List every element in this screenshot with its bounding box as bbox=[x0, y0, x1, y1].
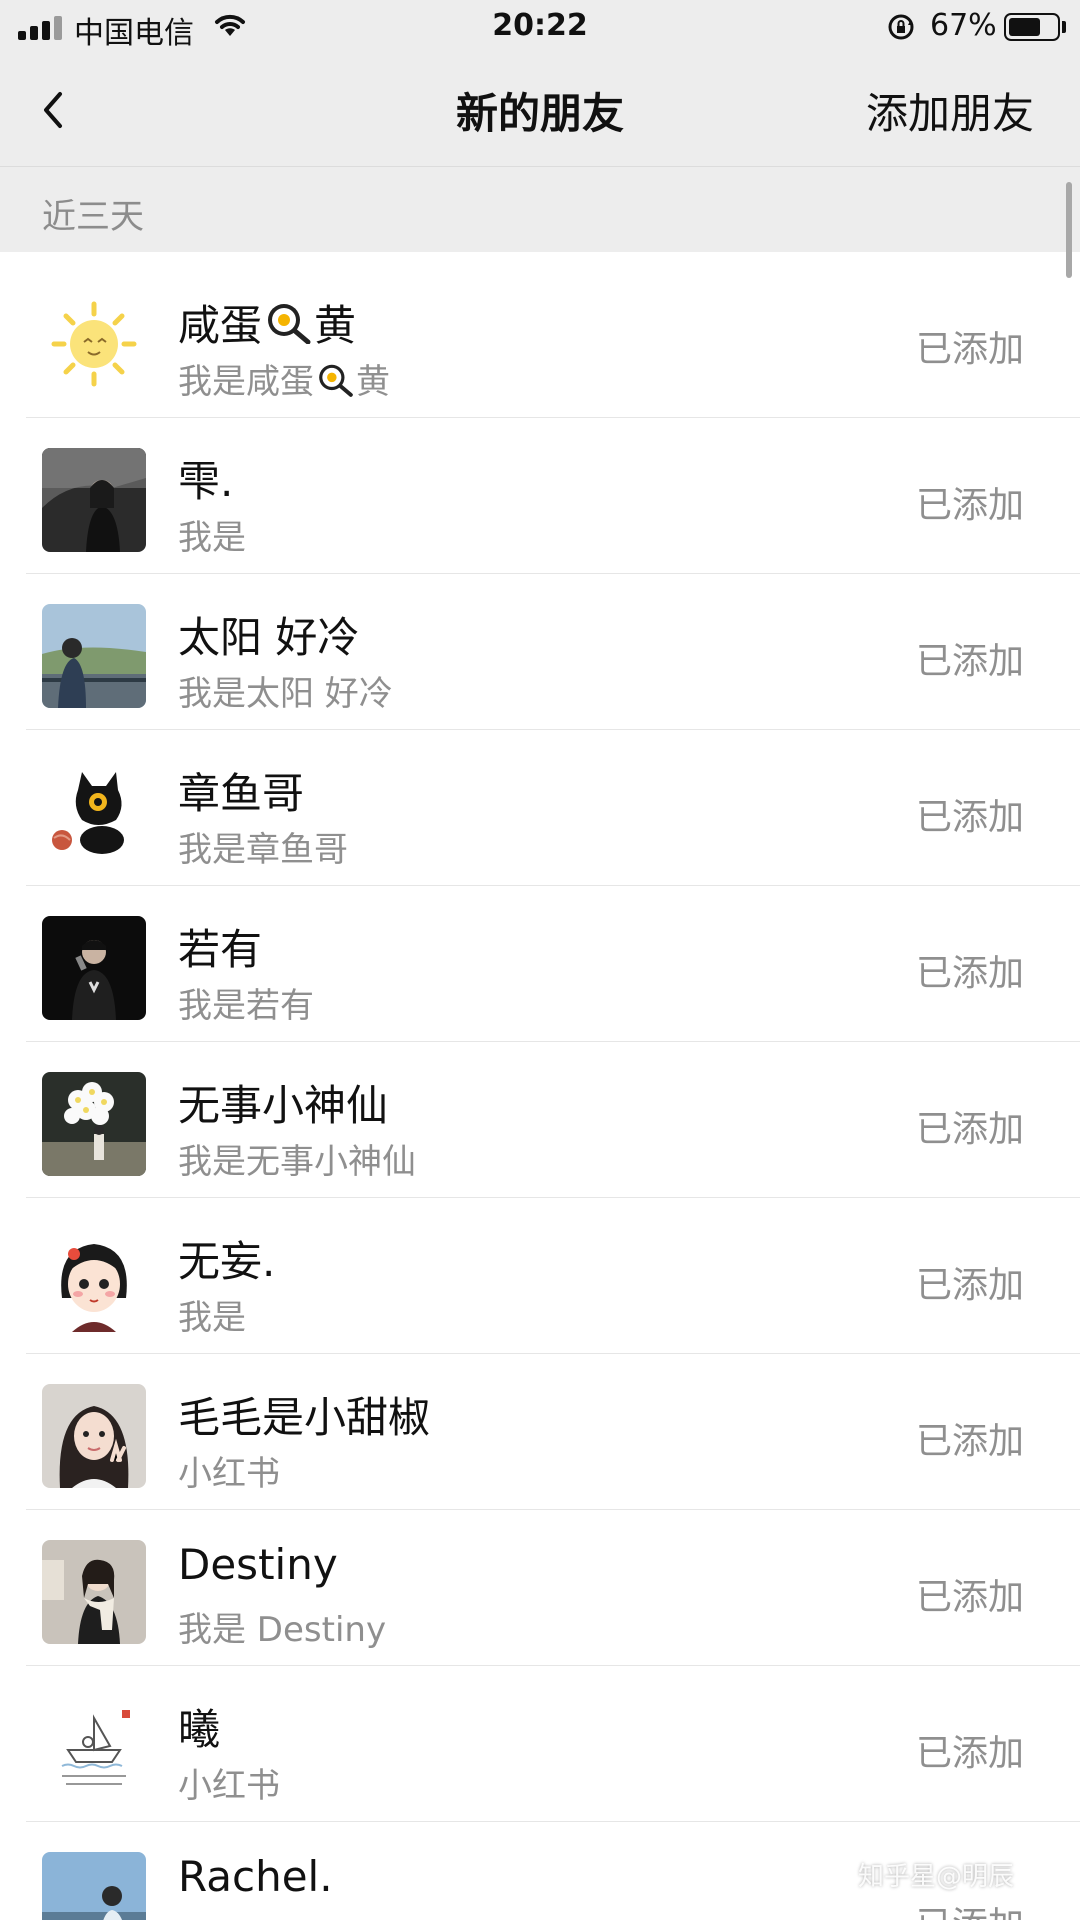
add-friend-button[interactable]: 添加朋友 bbox=[866, 80, 1034, 141]
man-with-microphone-photo-avatar[interactable] bbox=[42, 916, 146, 1020]
added-status: 已添加 bbox=[915, 1265, 1024, 1306]
friend-name: 无事小神仙 bbox=[178, 1081, 389, 1130]
section-header: 近三天 bbox=[0, 166, 1080, 252]
friend-name-text: 咸蛋 bbox=[178, 301, 263, 350]
friend-name-text: 黄 bbox=[314, 301, 357, 350]
battery-icon bbox=[1004, 13, 1060, 41]
friend-request-row[interactable]: 雫. 我是 已添加 bbox=[0, 418, 1080, 574]
sky-photo-avatar[interactable] bbox=[42, 1852, 146, 1920]
new-friends-screen: 中国电信 20:22 67% 新的朋友 添加朋友 近三天 咸蛋 黄 我是咸蛋 黄… bbox=[0, 0, 1080, 1920]
friend-request-row[interactable]: 章鱼哥 我是章鱼哥 已添加 bbox=[0, 730, 1080, 886]
friend-request-row[interactable]: Destiny 我是 Destiny 已添加 bbox=[0, 1510, 1080, 1666]
clock-time: 20:22 bbox=[492, 8, 588, 43]
orientation-lock-icon bbox=[886, 12, 916, 46]
friend-name: 无妄. bbox=[178, 1237, 276, 1286]
battery-tip bbox=[1062, 21, 1066, 33]
friend-name: 太阳 好冷 bbox=[178, 613, 360, 662]
added-status: 已添加 bbox=[915, 1577, 1024, 1618]
friend-request-row[interactable]: 太阳 好冷 我是太阳 好冷 已添加 bbox=[0, 574, 1080, 730]
battery-level-fill bbox=[1009, 18, 1040, 36]
status-bar: 中国电信 20:22 67% bbox=[0, 0, 1080, 56]
friend-request-row[interactable]: 无事小神仙 我是无事小神仙 已添加 bbox=[0, 1042, 1080, 1198]
request-message-text: 我是咸蛋 bbox=[178, 362, 314, 402]
friend-name: 咸蛋 黄 bbox=[178, 292, 356, 354]
friend-request-row[interactable]: 无妄. 我是 已添加 bbox=[0, 1198, 1080, 1354]
watermark: 知乎星@明辰 bbox=[858, 1862, 1015, 1892]
added-status: 已添加 bbox=[915, 485, 1024, 526]
girl-on-balcony-photo-avatar[interactable] bbox=[42, 604, 146, 708]
friend-request-row[interactable]: 毛毛是小甜椒 小红书 已添加 bbox=[0, 1354, 1080, 1510]
girl-with-scarf-photo-avatar[interactable] bbox=[42, 1540, 146, 1644]
request-message: 我是若有 bbox=[178, 986, 314, 1026]
friend-request-list: 咸蛋黄 我是咸蛋黄 已添加 雫. 我是 已添加 太阳 好冷 我是太阳 好冷 已添… bbox=[0, 262, 1080, 1920]
request-message: 我是章鱼哥 bbox=[178, 830, 348, 870]
friend-name: 章鱼哥 bbox=[178, 769, 305, 818]
top-bar: 中国电信 20:22 67% 新的朋友 添加朋友 bbox=[0, 0, 1080, 166]
friend-name: 毛毛是小甜椒 bbox=[178, 1393, 431, 1442]
added-status: 已添加 bbox=[915, 953, 1024, 994]
added-status: 已添加 bbox=[915, 1109, 1024, 1150]
section-label: 近三天 bbox=[42, 197, 144, 237]
fried-egg-pan-icon bbox=[264, 300, 312, 354]
request-message: 我是 Destiny bbox=[178, 1610, 387, 1650]
sketch-boat-illustration-avatar[interactable] bbox=[42, 1696, 146, 1800]
balloons-girl-photo-avatar[interactable] bbox=[42, 1072, 146, 1176]
request-message-text: 黄 bbox=[356, 362, 390, 402]
request-message: 我是无事小神仙 bbox=[178, 1142, 416, 1182]
request-message: 我是 bbox=[178, 518, 246, 558]
added-status: 已添加 bbox=[915, 641, 1024, 682]
request-message: 小红书 bbox=[178, 1454, 280, 1494]
girl-in-car-photo-avatar[interactable] bbox=[42, 448, 146, 552]
added-status: 已添加 bbox=[915, 329, 1024, 370]
added-status: 已添加 bbox=[915, 1421, 1024, 1462]
friend-name: Destiny bbox=[178, 1540, 338, 1589]
battery-percent: 67% bbox=[930, 8, 997, 43]
sun-sticker-avatar[interactable] bbox=[42, 292, 146, 396]
request-message: 我是太阳 好冷 bbox=[178, 674, 393, 714]
friend-name: 曦 bbox=[178, 1705, 221, 1754]
request-message: 我是咸蛋 黄 bbox=[178, 354, 390, 406]
selfie-girl-photo-avatar[interactable] bbox=[42, 1384, 146, 1488]
friend-request-row[interactable]: 若有 我是若有 已添加 bbox=[0, 886, 1080, 1042]
fried-egg-pan-icon bbox=[316, 361, 354, 406]
request-message: 我是 bbox=[178, 1298, 246, 1338]
added-status: 已添加 bbox=[915, 1733, 1024, 1774]
friend-name: 雫. bbox=[178, 457, 234, 506]
request-message: 小红书 bbox=[178, 1766, 280, 1806]
black-cat-plush-avatar[interactable] bbox=[42, 760, 146, 864]
added-status: 已添加 bbox=[916, 1896, 1024, 1920]
friend-request-row[interactable]: 咸蛋黄 我是咸蛋黄 已添加 bbox=[0, 262, 1080, 418]
friend-name: Rachel. bbox=[178, 1852, 333, 1901]
friend-name: 若有 bbox=[178, 925, 263, 974]
cartoon-girl-avatar[interactable] bbox=[42, 1228, 146, 1332]
added-status: 已添加 bbox=[915, 797, 1024, 838]
friend-request-row[interactable]: 曦 小红书 已添加 bbox=[0, 1666, 1080, 1822]
